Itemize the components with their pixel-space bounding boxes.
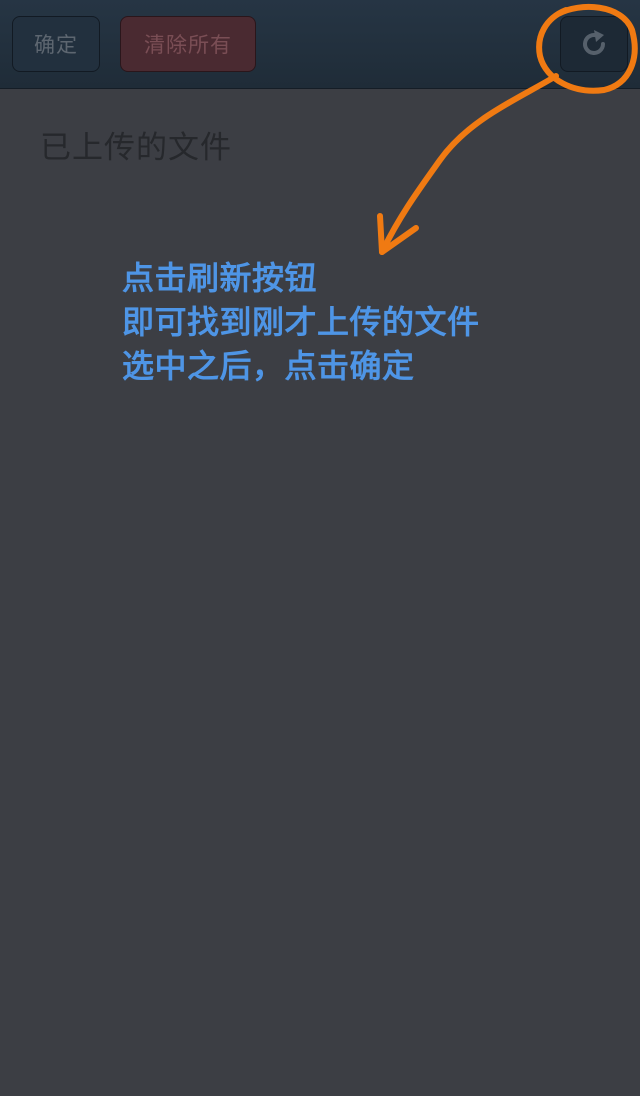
screen: 确定 清除所有 已上传的文件 点击刷新按钮 即可找到刚才上传的文件 选中之后，点… xyxy=(0,0,640,1096)
annotation-arrow xyxy=(379,73,559,255)
annotation-overlay xyxy=(377,3,638,255)
